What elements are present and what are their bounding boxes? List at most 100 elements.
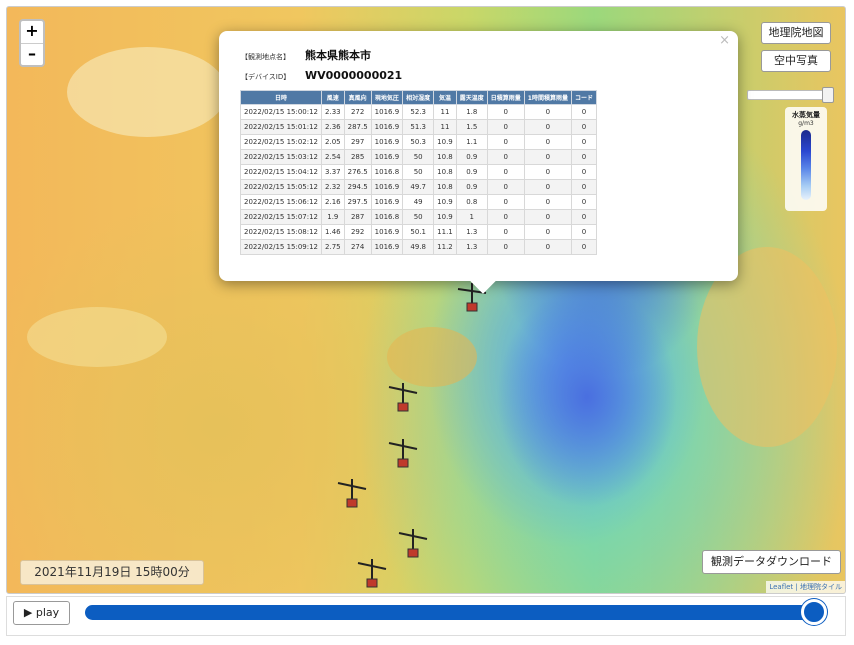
table-cell: 292 (343, 224, 372, 240)
table-cell: 1.9 (321, 209, 345, 225)
table-header-cell: 真風向 (343, 90, 372, 105)
table-cell: 2.54 (321, 149, 345, 165)
table-header-cell: 現地気圧 (370, 90, 404, 105)
table-cell: 1016.8 (370, 209, 404, 225)
table-cell: 2022/02/15 15:09:12 (239, 239, 323, 255)
table-cell: 11 (433, 104, 457, 120)
table-cell: 1.1 (455, 134, 488, 150)
table-cell: 0 (570, 194, 598, 210)
table-cell: 10.9 (433, 134, 457, 150)
table-cell: 51.3 (402, 119, 435, 135)
table-cell: 0 (486, 149, 525, 165)
table-cell: 1.3 (455, 239, 488, 255)
zoom-out-button[interactable]: – (21, 43, 43, 65)
table-cell: 0 (486, 164, 525, 180)
table-cell: 0 (486, 104, 525, 120)
table-cell: 10.8 (433, 179, 457, 195)
table-cell: 0 (570, 179, 598, 195)
table-cell: 297 (343, 134, 372, 150)
table-header-row: 日時 風速 真風向 現地気圧 相対湿度 気温 露天温度 日積算雨量 1時間積算雨量 コード (239, 90, 598, 105)
table-cell: 50.1 (402, 224, 435, 240)
table-cell: 0 (570, 149, 598, 165)
location-label: 【観測地点名】 (241, 53, 290, 61)
table-cell: 2022/02/15 15:04:12 (239, 164, 323, 180)
table-cell: 0 (486, 224, 525, 240)
table-cell: 2022/02/15 15:05:12 (239, 179, 323, 195)
table-cell: 1.46 (321, 224, 345, 240)
table-cell: 2022/02/15 15:01:12 (239, 119, 323, 135)
table-cell: 50 (402, 209, 435, 225)
table-cell: 2.36 (321, 119, 345, 135)
legend-unit: g/m3 (798, 120, 814, 127)
station-marker-icon[interactable] (332, 475, 372, 515)
table-cell: 0 (523, 149, 572, 165)
table-cell: 2022/02/15 15:08:12 (239, 224, 323, 240)
table-cell: 0 (486, 209, 525, 225)
table-cell: 2.05 (321, 134, 345, 150)
station-marker-icon[interactable] (393, 525, 433, 565)
table-cell: 2.16 (321, 194, 345, 210)
table-row: 2022/02/15 15:00:12 2.33 272 1016.9 52.3 11 1.… (239, 104, 598, 120)
table-cell: 2.32 (321, 179, 345, 195)
popup-close-button[interactable]: × (719, 33, 730, 48)
timeline-slider-thumb[interactable] (801, 599, 827, 625)
table-cell: 1016.8 (370, 164, 404, 180)
table-cell: 1016.9 (370, 119, 404, 135)
table-cell: 3.37 (321, 164, 345, 180)
download-data-button[interactable]: 観測データダウンロード (702, 550, 841, 574)
legend-title: 水蒸気量 (792, 111, 820, 119)
station-marker-icon[interactable] (352, 555, 392, 594)
table-cell: 10.8 (433, 149, 457, 165)
table-cell: 1 (455, 209, 488, 225)
table-cell: 0 (570, 119, 598, 135)
table-cell: 0 (486, 239, 525, 255)
table-cell: 276.5 (343, 164, 372, 180)
table-cell: 2022/02/15 15:03:12 (239, 149, 323, 165)
table-cell: 0.9 (455, 179, 488, 195)
table-header-cell: 気温 (433, 90, 457, 105)
opacity-slider-thumb[interactable] (822, 87, 834, 103)
table-row: 2022/02/15 15:01:12 2.36 287.5 1016.9 51.3 11… (239, 119, 598, 135)
opacity-slider[interactable] (747, 87, 834, 103)
table-cell: 2022/02/15 15:06:12 (239, 194, 323, 210)
table-cell: 274 (343, 239, 372, 255)
legend-color-bar (801, 130, 811, 200)
table-cell: 1016.9 (370, 194, 404, 210)
table-cell: 0 (570, 104, 598, 120)
timeline-slider[interactable] (85, 599, 827, 625)
table-cell: 0 (523, 239, 572, 255)
table-cell: 272 (343, 104, 372, 120)
table-cell: 1016.9 (370, 239, 404, 255)
table-header-cell: 1時間積算雨量 (523, 90, 572, 105)
table-cell: 1016.9 (370, 224, 404, 240)
table-cell: 0 (523, 134, 572, 150)
table-cell: 2022/02/15 15:07:12 (239, 209, 323, 225)
table-cell: 0.9 (455, 149, 488, 165)
current-time-display: 2021年11月19日 15時00分 (20, 560, 204, 585)
table-cell: 10.9 (433, 194, 457, 210)
aerial-photo-button[interactable]: 空中写真 (761, 50, 831, 72)
device-label: 【デバイスID】 (241, 73, 291, 81)
map-view[interactable]: + – 地理院地図 空中写真 水蒸気量 g/m3 × 【観測地点名】 熊本県熊本… (6, 6, 846, 594)
table-cell: 50 (402, 164, 435, 180)
map-attribution[interactable]: Leaflet | 地理院タイル (766, 581, 845, 593)
table-cell: 52.3 (402, 104, 435, 120)
table-header-cell: 風速 (321, 90, 345, 105)
table-cell: 0 (523, 224, 572, 240)
table-cell: 50.3 (402, 134, 435, 150)
station-marker-icon[interactable] (383, 379, 423, 419)
play-button[interactable]: ▶ play (13, 601, 70, 625)
table-cell: 11 (433, 119, 457, 135)
table-cell: 0 (570, 239, 598, 255)
table-cell: 0 (570, 209, 598, 225)
table-row: 2022/02/15 15:04:12 3.37 276.5 1016.8 50 10.8… (239, 164, 598, 180)
table-cell: 0 (523, 194, 572, 210)
table-cell: 1016.9 (370, 149, 404, 165)
table-cell: 0 (570, 164, 598, 180)
land-patch (67, 47, 227, 137)
zoom-in-button[interactable]: + (21, 21, 43, 43)
table-cell: 1.3 (455, 224, 488, 240)
gsi-map-button[interactable]: 地理院地図 (761, 22, 831, 44)
station-marker-icon[interactable] (383, 435, 423, 475)
table-header-cell: 露天温度 (455, 90, 488, 105)
